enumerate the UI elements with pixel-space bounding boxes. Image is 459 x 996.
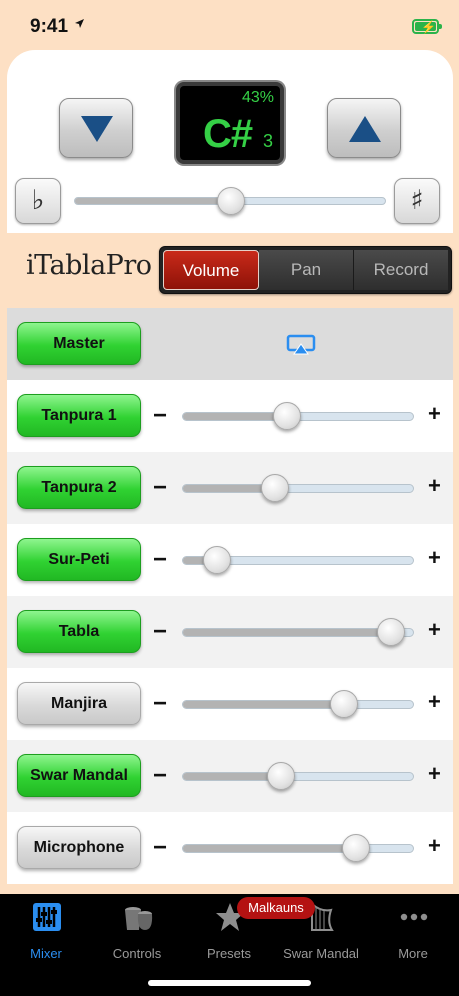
segment-volume[interactable]: Volume [163,250,259,290]
volume-decrease-button[interactable]: − [153,402,167,430]
tabla-drums-icon [125,907,153,930]
channel-button-tanpura-1[interactable]: Tanpura 1 [17,394,141,437]
channel-row: Manjira − + [7,668,453,740]
channel-button-microphone[interactable]: Microphone [17,826,141,869]
volume-slider-knob[interactable] [272,402,301,430]
volume-slider-tanpura-1[interactable] [182,402,414,430]
pitch-down-button[interactable] [59,98,133,158]
channel-button-tabla[interactable]: Tabla [17,610,141,653]
master-row: Master [7,308,453,380]
volume-increase-button[interactable]: + [428,473,441,499]
volume-slider-fill [183,773,281,780]
volume-increase-button[interactable]: + [428,401,441,427]
sharp-button[interactable]: ♯ [394,178,440,224]
volume-increase-button[interactable]: + [428,689,441,715]
mode-segmented-control: Volume Pan Record [159,246,452,294]
volume-slider-knob[interactable] [342,834,371,862]
airplay-icon[interactable] [286,334,316,356]
tab-more[interactable]: More [367,902,459,962]
volume-slider-fill [183,629,391,636]
volume-decrease-button[interactable]: − [153,474,167,502]
volume-slider-knob[interactable] [376,618,405,646]
volume-increase-button[interactable]: + [428,545,441,571]
tab-label-mixer: Mixer [30,946,62,961]
tab-mixer[interactable]: Mixer [0,902,92,962]
mixer-icon [33,903,61,931]
volume-slider-fill [183,845,357,852]
volume-increase-button[interactable]: + [428,833,441,859]
volume-slider-knob[interactable] [260,474,289,502]
app-logo: iTablaPro [26,250,152,281]
mixer-list: Master Tanpura 1− + Tanpura 2− + Sur-Peti − + T… [7,308,453,884]
segment-pan[interactable]: Pan [259,250,354,290]
fine-tune-slider-knob[interactable] [217,187,245,215]
master-button[interactable]: Master [17,322,141,365]
volume-increase-button[interactable]: + [428,617,441,643]
volume-slider-tabla[interactable] [182,618,414,646]
tab-label-controls: Controls [112,946,162,961]
volume-decrease-button[interactable]: − [153,618,167,646]
more-dots-icon [400,913,428,921]
volume-decrease-button[interactable]: − [153,762,167,790]
location-arrow-icon [75,19,84,28]
volume-slider-knob[interactable] [329,690,358,718]
status-bar: 9:41 ⚡ [0,0,459,50]
channel-row: Microphone − + [7,812,453,884]
tab-controls[interactable]: Controls [91,902,183,962]
tab-label-presets: Presets [206,946,252,961]
segment-record[interactable]: Record [354,250,448,290]
volume-slider-microphone[interactable] [182,834,414,862]
volume-slider-sur-peti[interactable] [182,546,414,574]
volume-increase-button[interactable]: + [428,761,441,787]
channel-row: Sur-Peti − + [7,524,453,596]
volume-slider-knob[interactable] [266,762,295,790]
note-octave: 3 [262,131,273,151]
triangle-up-icon [349,116,381,142]
volume-slider-knob[interactable] [203,546,232,574]
volume-slider-manjira[interactable] [182,690,414,718]
tuner-panel: 43% C# 3 ♭ ♯ [7,50,453,233]
channel-row: Tanpura 2− + [7,452,453,524]
volume-decrease-button[interactable]: − [153,546,167,574]
preset-badge: Malkauns [237,897,315,919]
volume-decrease-button[interactable]: − [153,834,167,862]
home-indicator[interactable] [148,980,311,986]
volume-slider-tanpura-2[interactable] [182,474,414,502]
channel-row: Swar Mandal − + [7,740,453,812]
triangle-down-icon [81,116,113,142]
channel-row: Tanpura 1− + [7,380,453,452]
note-display: 43% C# 3 [176,82,284,164]
channel-button-swar-mandal[interactable]: Swar Mandal [17,754,141,797]
volume-decrease-button[interactable]: − [153,690,167,718]
channel-button-tanpura-2[interactable]: Tanpura 2 [17,466,141,509]
fine-tune-slider[interactable] [74,187,386,215]
channel-button-manjira[interactable]: Manjira [17,682,141,725]
channel-button-sur-peti[interactable]: Sur-Peti [17,538,141,581]
channel-row: Tabla − + [7,596,453,668]
status-time: 9:41 [30,16,69,37]
tab-label-swar-mandal: Swar Mandal [283,946,359,961]
tuning-percent: 43% [241,89,274,106]
volume-slider-swar-mandal[interactable] [182,762,414,790]
flat-button[interactable]: ♭ [15,178,61,224]
tab-label-more: More [398,946,428,961]
note-name: C# [203,112,253,156]
pitch-up-button[interactable] [327,98,401,158]
battery-icon: ⚡ [412,19,442,34]
volume-slider-fill [183,413,287,420]
volume-slider-fill [183,701,344,708]
